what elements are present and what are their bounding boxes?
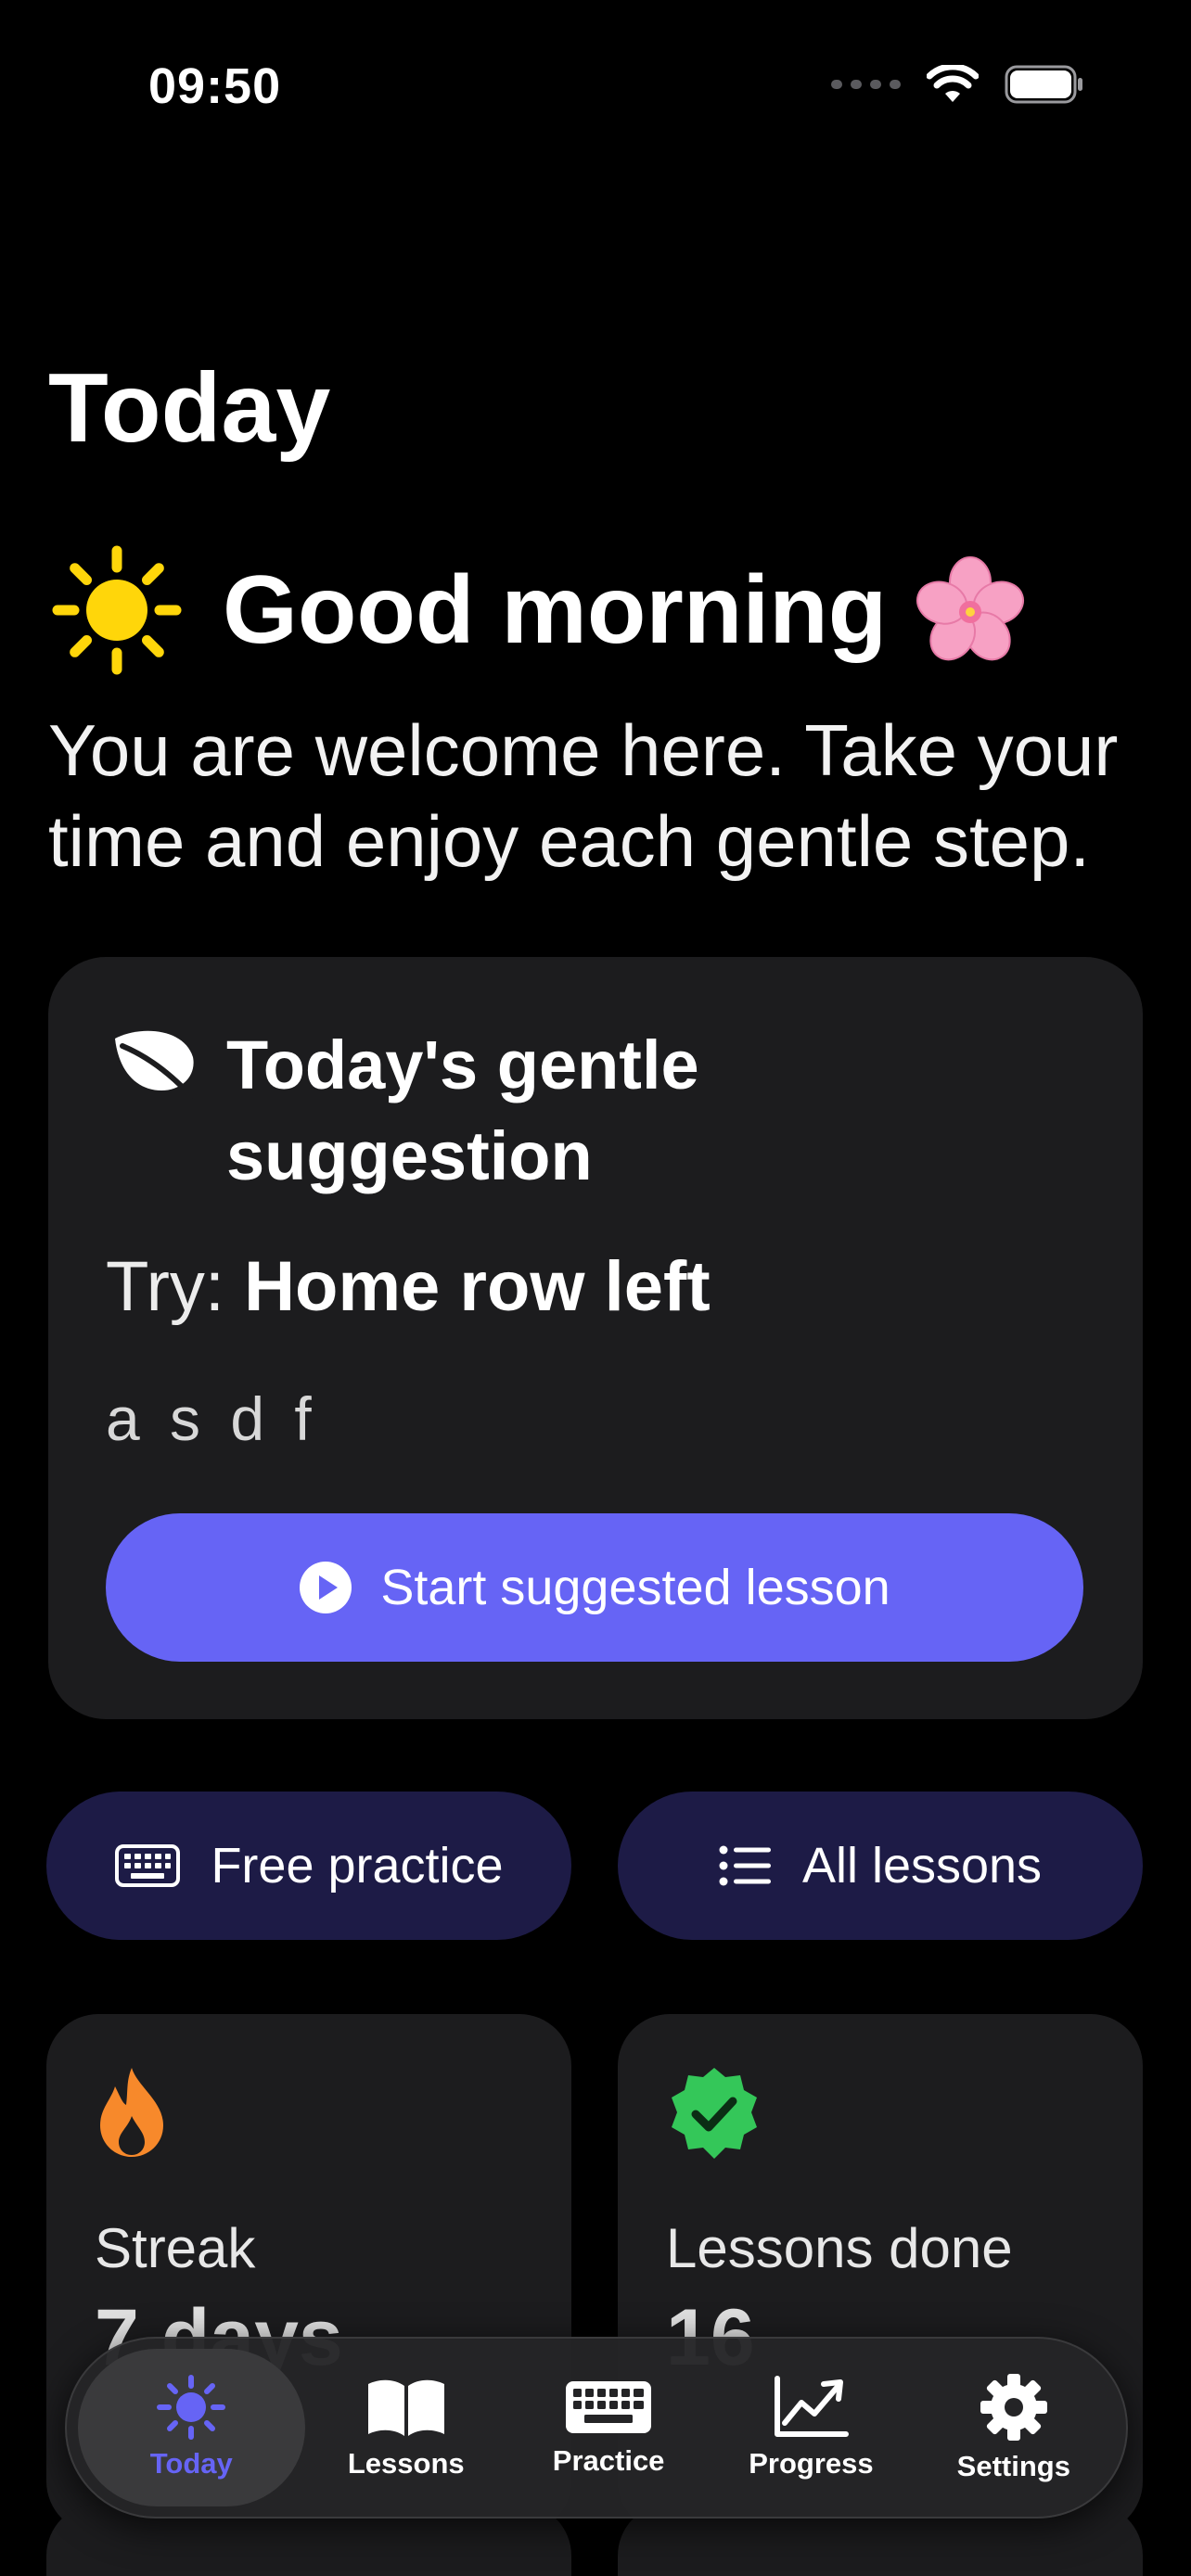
gear-icon	[980, 2374, 1047, 2441]
stat-label: Lessons done	[666, 2217, 1013, 2279]
lesson-name: Home row left	[244, 1247, 711, 1326]
tab-label: Progress	[749, 2447, 874, 2480]
tab-label: Settings	[956, 2450, 1070, 2482]
free-practice-label: Free practice	[211, 1838, 504, 1894]
suggested-lesson: Try: Home row left	[106, 1246, 711, 1327]
leaf-icon	[115, 1030, 194, 1099]
start-suggested-lesson-button[interactable]: Start suggested lesson	[106, 1513, 1083, 1662]
tab-bar: Today Lessons Practice Progress Settings	[65, 2337, 1128, 2519]
sun-icon	[52, 545, 182, 675]
tab-lessons[interactable]: Lessons	[305, 2349, 507, 2506]
tab-settings[interactable]: Settings	[913, 2349, 1115, 2506]
flame-icon	[100, 2068, 163, 2157]
play-circle-icon	[300, 1562, 352, 1613]
welcome-message: You are welcome here. Take your time and…	[48, 709, 1119, 882]
status-time: 09:50	[148, 58, 282, 114]
suggestion-title: Today's gentle suggestion	[226, 1027, 699, 1194]
keyboard-icon	[115, 1844, 181, 1887]
cherry-blossom-icon	[916, 556, 1025, 661]
start-button-label: Start suggested lesson	[380, 1560, 890, 1615]
chart-icon	[775, 2376, 850, 2437]
battery-icon	[1005, 65, 1082, 104]
cellular-signal-icon	[831, 80, 901, 89]
keyboard-icon	[566, 2381, 652, 2433]
wifi-icon	[927, 65, 979, 102]
suggestion-card: Today's gentle suggestion Try: Home row …	[48, 957, 1143, 1719]
book-icon	[367, 2379, 444, 2436]
try-prefix: Try:	[106, 1247, 225, 1326]
today-screen: 09:50 Today Good morning You are welcome…	[0, 0, 1191, 2576]
checkmark-seal-icon	[672, 2068, 757, 2159]
tab-practice[interactable]: Practice	[507, 2349, 710, 2506]
page-title: Today	[48, 353, 331, 463]
tab-progress[interactable]: Progress	[710, 2349, 912, 2506]
greeting-text: Good morning	[223, 555, 888, 664]
sun-icon	[157, 2375, 226, 2440]
all-lessons-label: All lessons	[801, 1838, 1043, 1894]
tab-label: Today	[149, 2447, 233, 2480]
tab-today[interactable]: Today	[78, 2349, 305, 2506]
tab-label: Lessons	[347, 2447, 465, 2480]
stat-label: Streak	[95, 2217, 256, 2279]
status-indicators	[831, 65, 1084, 104]
greeting: Good morning	[52, 545, 1026, 675]
lesson-keys: a s d f	[106, 1384, 314, 1453]
free-practice-button[interactable]: Free practice	[46, 1792, 571, 1940]
tab-label: Practice	[552, 2444, 665, 2477]
list-icon	[719, 1845, 771, 1886]
all-lessons-button[interactable]: All lessons	[618, 1792, 1143, 1940]
